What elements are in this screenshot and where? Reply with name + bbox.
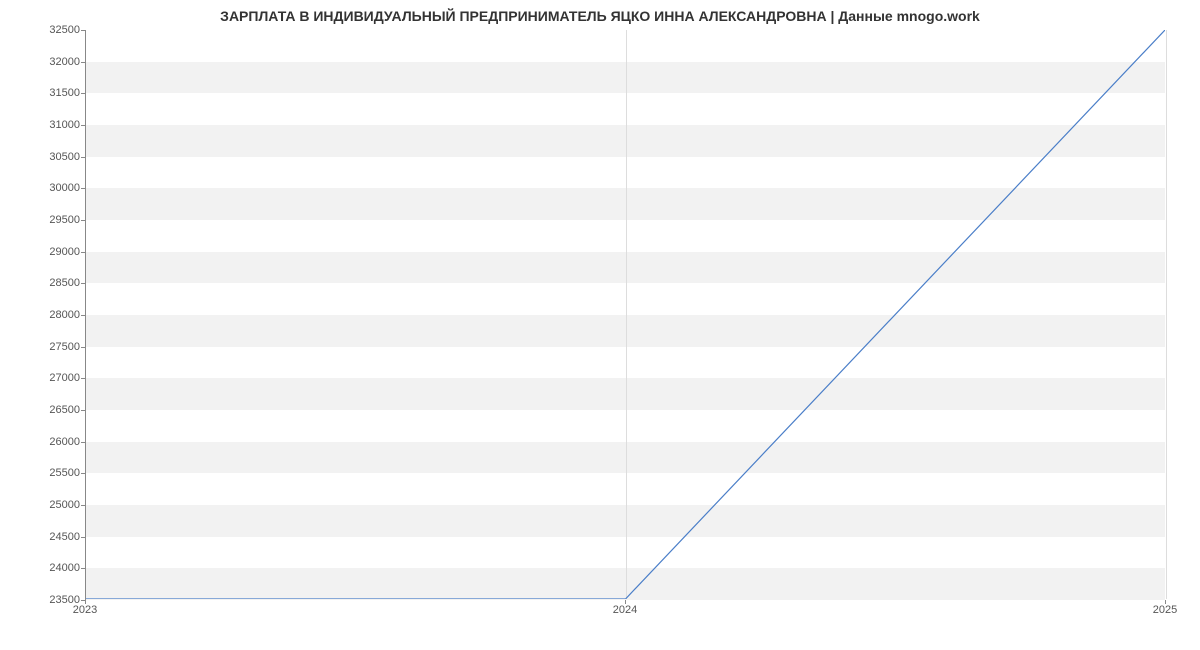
y-tick-mark — [81, 157, 85, 158]
y-tick-mark — [81, 188, 85, 189]
y-tick-mark — [81, 442, 85, 443]
y-tick-label: 29500 — [0, 214, 80, 226]
y-tick-label: 24000 — [0, 562, 80, 574]
y-tick-label: 30500 — [0, 151, 80, 163]
y-tick-mark — [81, 62, 85, 63]
x-tick-mark — [625, 600, 626, 604]
y-tick-mark — [81, 473, 85, 474]
y-tick-label: 32500 — [0, 24, 80, 36]
y-tick-label: 30000 — [0, 182, 80, 194]
x-tick-label: 2024 — [613, 604, 637, 616]
chart-container: ЗАРПЛАТА В ИНДИВИДУАЛЬНЫЙ ПРЕДПРИНИМАТЕЛ… — [0, 0, 1200, 650]
y-tick-label: 31000 — [0, 119, 80, 131]
y-tick-label: 26000 — [0, 436, 80, 448]
y-tick-label: 25000 — [0, 499, 80, 511]
y-tick-label: 28500 — [0, 277, 80, 289]
y-tick-mark — [81, 568, 85, 569]
plot-area — [85, 30, 1165, 600]
y-tick-label: 31500 — [0, 87, 80, 99]
y-tick-mark — [81, 125, 85, 126]
x-tick-label: 2025 — [1153, 604, 1177, 616]
y-tick-mark — [81, 93, 85, 94]
y-tick-mark — [81, 537, 85, 538]
y-tick-mark — [81, 378, 85, 379]
y-tick-label: 28000 — [0, 309, 80, 321]
y-tick-label: 27000 — [0, 372, 80, 384]
y-tick-label: 26500 — [0, 404, 80, 416]
y-tick-label: 24500 — [0, 531, 80, 543]
y-tick-mark — [81, 30, 85, 31]
x-tick-mark — [85, 600, 86, 604]
y-tick-label: 29000 — [0, 246, 80, 258]
chart-title: ЗАРПЛАТА В ИНДИВИДУАЛЬНЫЙ ПРЕДПРИНИМАТЕЛ… — [0, 8, 1200, 24]
y-tick-mark — [81, 410, 85, 411]
y-tick-label: 25500 — [0, 467, 80, 479]
y-tick-label: 27500 — [0, 341, 80, 353]
y-tick-label: 23500 — [0, 594, 80, 606]
x-tick-mark — [1165, 600, 1166, 604]
x-grid-line — [626, 30, 627, 599]
y-tick-mark — [81, 347, 85, 348]
y-tick-mark — [81, 220, 85, 221]
y-tick-mark — [81, 283, 85, 284]
y-tick-mark — [81, 505, 85, 506]
y-tick-mark — [81, 252, 85, 253]
y-tick-label: 32000 — [0, 56, 80, 68]
x-tick-label: 2023 — [73, 604, 97, 616]
x-grid-line — [1166, 30, 1167, 599]
y-tick-mark — [81, 315, 85, 316]
